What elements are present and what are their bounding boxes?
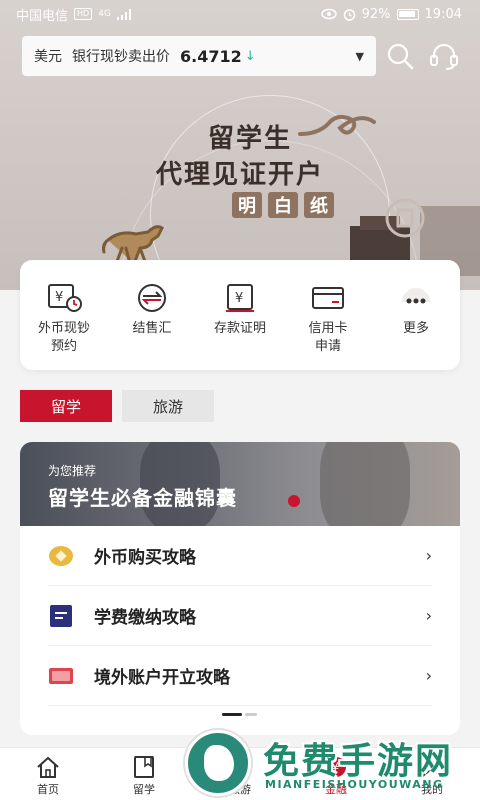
exchange-icon	[132, 280, 172, 316]
nav-label: 旅游	[229, 783, 251, 796]
nav-label: 首页	[37, 783, 59, 796]
search-button[interactable]	[382, 38, 418, 74]
deposit-certificate-icon: ¥	[220, 280, 260, 316]
travel-icon	[231, 757, 249, 778]
tab-travel[interactable]: 旅游	[122, 390, 214, 422]
battery-percent: 92%	[361, 6, 391, 22]
battery-icon	[396, 8, 419, 20]
search-icon	[387, 43, 414, 70]
rate-value: 6.4712	[180, 46, 242, 66]
services-card: ¥ 外币现钞 预约 结售汇 ¥ 存款证明 信用卡 申请 更多	[20, 260, 460, 370]
carrier-label: 中国电信	[16, 8, 69, 24]
nav-label: 我的	[421, 783, 443, 796]
svg-text:¥: ¥	[235, 291, 243, 306]
user-icon	[421, 757, 443, 778]
status-bar: 中国电信 HD 4G 92% 19:04	[0, 0, 480, 28]
nav-home[interactable]: 首页	[0, 748, 96, 800]
card-icon	[48, 663, 74, 689]
bottom-nav: 首页 留学 旅游 ¥ 金融 我的	[0, 747, 480, 800]
pager-dot	[245, 713, 257, 716]
recommend-item-tuition[interactable]: 学费缴纳攻略 ›	[48, 586, 432, 646]
network-badge: HD	[74, 8, 93, 20]
pager-dot-active	[222, 713, 242, 716]
banner-decor	[320, 442, 410, 526]
tab-study[interactable]: 留学	[20, 390, 112, 422]
banner-dot-icon	[288, 495, 300, 507]
chevron-right-icon: ›	[425, 546, 432, 565]
hero-title-line2: 代理见证开户	[155, 160, 324, 190]
signal-icon	[116, 8, 131, 20]
recommend-subtitle: 为您推荐	[48, 464, 97, 478]
nav-label: 留学	[133, 783, 155, 796]
carousel-pager	[222, 713, 257, 716]
service-label: 存款证明	[213, 321, 266, 336]
hero-title-line1: 留学生	[207, 124, 292, 154]
service-deposit-certificate[interactable]: ¥ 存款证明	[196, 260, 284, 370]
rate-currency: 美元	[34, 49, 62, 65]
hero-tag: 明 白 纸	[232, 192, 334, 218]
recommend-banner[interactable]: 为您推荐 留学生必备金融锦囊	[20, 442, 460, 526]
recommend-item-label: 境外账户开立攻略	[94, 668, 230, 688]
clock: 19:04	[424, 6, 462, 22]
service-exchange[interactable]: 结售汇	[108, 260, 196, 370]
service-label: 结售汇	[132, 321, 172, 336]
finance-icon: ¥	[326, 757, 346, 777]
headset-icon	[430, 43, 458, 70]
service-label: 信用卡 申请	[308, 321, 348, 354]
nav-mine[interactable]: 我的	[384, 748, 480, 800]
nav-travel[interactable]: 旅游	[192, 748, 288, 800]
hero-tag-char: 纸	[304, 192, 334, 218]
recommend-card: 为您推荐 留学生必备金融锦囊 外币购买攻略 › 学费缴纳攻略 › 境外账户开立攻…	[20, 442, 460, 735]
service-label: 外币现钞 预约	[37, 321, 90, 354]
exchange-rate-selector[interactable]: 美元 银行现钞卖出价 6.4712 ↓ ▼	[22, 36, 376, 76]
dropdown-caret-icon[interactable]: ▼	[356, 50, 364, 63]
document-icon	[48, 603, 74, 629]
nav-finance[interactable]: ¥ 金融	[288, 748, 384, 800]
nav-study[interactable]: 留学	[96, 748, 192, 800]
chevron-right-icon: ›	[425, 606, 432, 625]
recommend-item-overseas-account[interactable]: 境外账户开立攻略 ›	[48, 646, 432, 706]
eye-icon	[320, 8, 337, 20]
service-label: 更多	[402, 321, 429, 336]
coin-icon	[48, 543, 74, 569]
svg-text:¥: ¥	[331, 761, 339, 776]
chevron-right-icon: ›	[425, 666, 432, 685]
recommend-title: 留学生必备金融锦囊	[48, 486, 237, 510]
alarm-icon	[343, 8, 355, 21]
currency-clock-icon: ¥	[44, 280, 84, 316]
down-arrow-icon: ↓	[244, 48, 256, 64]
rate-label: 银行现钞卖出价	[72, 49, 170, 65]
service-credit-card[interactable]: 信用卡 申请	[284, 260, 372, 370]
hero-tag-char: 明	[232, 192, 262, 218]
more-icon	[396, 280, 436, 316]
svg-text:¥: ¥	[55, 290, 63, 305]
home-icon	[37, 756, 59, 778]
credit-card-icon	[308, 280, 348, 316]
service-more[interactable]: 更多	[372, 260, 460, 370]
hero-tag-char: 白	[268, 192, 298, 218]
recommend-item-label: 外币购买攻略	[94, 548, 196, 568]
signal-label: 4G	[98, 8, 111, 19]
recommend-item-currency-purchase[interactable]: 外币购买攻略 ›	[48, 526, 432, 586]
nav-label: 金融	[325, 783, 347, 796]
hero-banner[interactable]: 中国电信 HD 4G 92% 19:04 美元 银行现钞卖出价 6.4712 ↓…	[0, 0, 480, 290]
recommend-item-label: 学费缴纳攻略	[94, 608, 196, 628]
service-foreign-cash[interactable]: ¥ 外币现钞 预约	[20, 260, 108, 370]
book-icon	[134, 756, 154, 778]
customer-service-button[interactable]	[426, 38, 462, 74]
